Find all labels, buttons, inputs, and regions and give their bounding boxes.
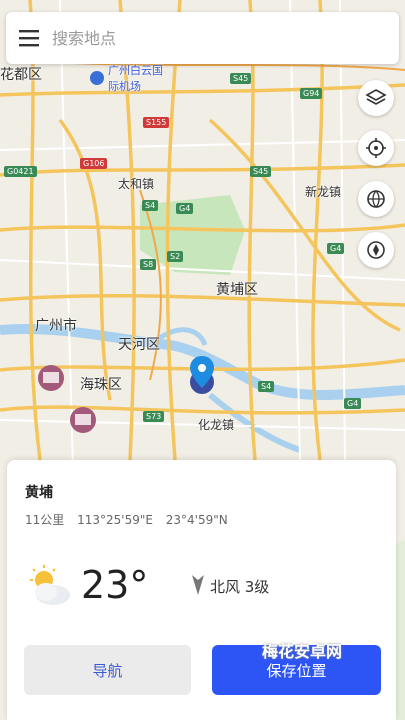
road-badge: G4 <box>176 203 194 214</box>
wind-direction-icon <box>192 575 204 595</box>
map-label: 黄埔区 <box>216 282 258 298</box>
menu-icon <box>19 30 39 47</box>
map-label: 广州白云国际机场 <box>108 64 163 93</box>
road-badge: G4 <box>344 398 362 409</box>
road-badge: S155 <box>143 117 170 128</box>
map-label: 海珠区 <box>80 377 122 393</box>
locate-icon <box>366 138 386 158</box>
compass-button[interactable] <box>358 232 394 268</box>
latitude-text: 23°4'59"N <box>165 513 228 527</box>
road-badge: G4 <box>327 243 345 254</box>
partly-cloudy-icon <box>30 565 70 605</box>
layers-button[interactable] <box>358 80 394 116</box>
road-badge: S45 <box>230 73 252 84</box>
globe-button[interactable] <box>358 181 394 217</box>
road-badge: G94 <box>300 88 323 99</box>
road-badge: S4 <box>142 200 159 211</box>
locate-button[interactable] <box>358 130 394 166</box>
location-pin-icon <box>190 356 214 394</box>
map-label: 天河区 <box>118 337 160 353</box>
longitude-text: 113°25'59"E <box>77 513 153 527</box>
map-label: 花都区 <box>0 67 42 83</box>
watermark: 梅花安卓网 <box>262 642 343 661</box>
compass-icon <box>367 241 385 259</box>
road-badge: G0421 <box>4 166 37 177</box>
road-badge: S2 <box>167 251 184 262</box>
road-badge: G106 <box>80 158 108 169</box>
location-info-panel: 黄埔 11公里 113°25'59"E 23°4'59"N 23° 北风 3级 … <box>7 460 396 720</box>
globe-icon <box>367 190 385 208</box>
place-name: 黄埔 <box>25 485 53 501</box>
temperature: 23° <box>81 563 149 607</box>
road-badge: S8 <box>140 259 157 270</box>
search-bar <box>6 12 399 64</box>
map-label: 太和镇 <box>118 177 155 191</box>
layers-icon <box>365 89 387 105</box>
map-label: 化龙镇 <box>198 418 235 432</box>
road-badge: S4 <box>258 381 275 392</box>
road-badge: S45 <box>250 166 272 177</box>
map-label: 新龙镇 <box>305 185 342 199</box>
map-label: 广州市 <box>35 318 77 334</box>
search-input[interactable] <box>52 18 399 58</box>
menu-button[interactable] <box>6 12 52 64</box>
navigate-button[interactable]: 导航 <box>24 645 191 695</box>
distance-text: 11公里 <box>25 513 65 527</box>
road-badge: S73 <box>143 411 165 422</box>
wind-info: 北风 3级 <box>210 578 270 596</box>
place-meta: 11公里 113°25'59"E 23°4'59"N <box>25 511 237 528</box>
